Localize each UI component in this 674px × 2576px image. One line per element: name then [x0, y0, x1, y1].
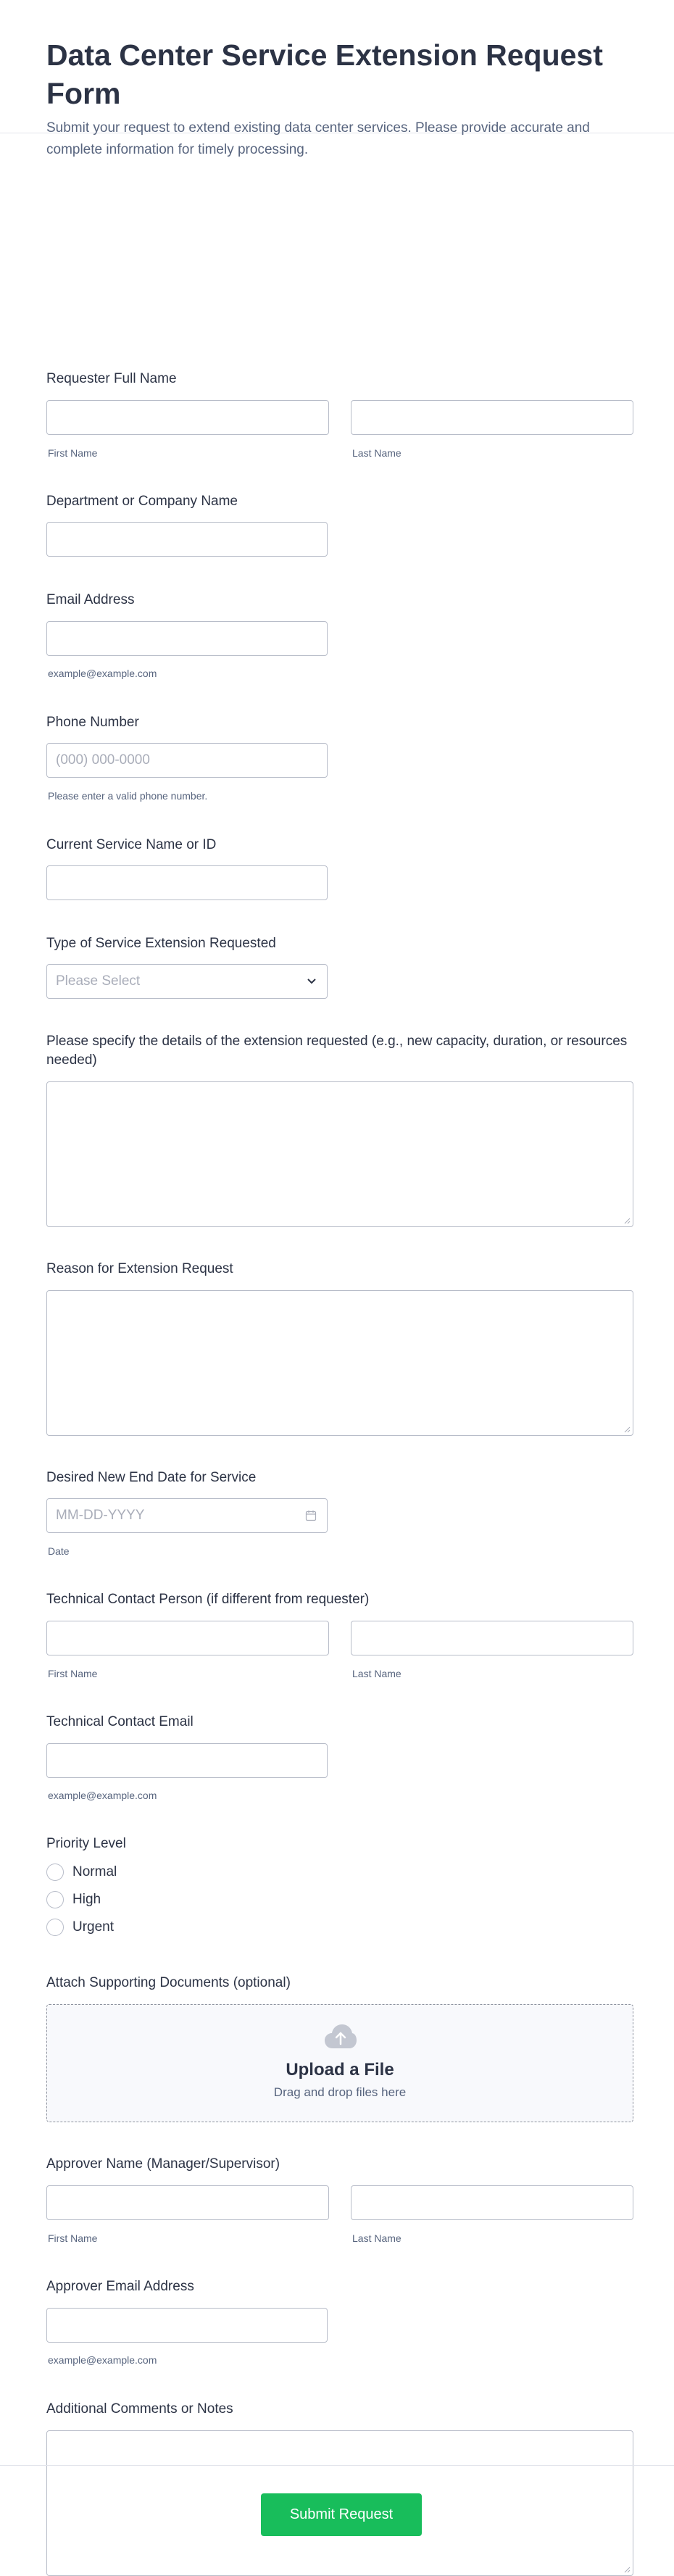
- chevron-down-icon: [307, 979, 316, 984]
- department-field: Department or Company Name: [46, 492, 633, 557]
- current-service-label: Current Service Name or ID: [46, 837, 217, 852]
- cloud-upload-icon: [325, 2024, 357, 2048]
- extension-type-field: Type of Service Extension Requested Plea…: [46, 934, 633, 999]
- current-service-input[interactable]: [46, 865, 328, 900]
- upload-subtitle: Drag and drop files here: [273, 2085, 407, 2099]
- approver-first-name-sublabel: First Name: [48, 2232, 98, 2244]
- email-input[interactable]: [46, 621, 328, 656]
- email-label: Email Address: [46, 592, 135, 607]
- technical-first-name-sublabel: First Name: [48, 1668, 98, 1679]
- extension-details-label: Please specify the details of the extens…: [46, 1034, 628, 1068]
- requester-last-name-sublabel: Last Name: [352, 447, 402, 459]
- resize-handle-icon[interactable]: [624, 1218, 631, 1224]
- technical-last-name-input[interactable]: [351, 1621, 633, 1655]
- attachments-field: Attach Supporting Documents (optional) U…: [46, 1974, 633, 2122]
- radio-button[interactable]: [46, 1891, 64, 1908]
- extension-details-field: Please specify the details of the extens…: [46, 1032, 633, 1227]
- form-footer: Submit Request: [0, 2465, 674, 2571]
- approver-email-sublabel: example@example.com: [48, 2354, 157, 2366]
- priority-field: Priority Level Normal High Urgent: [46, 1835, 633, 1936]
- department-input[interactable]: [46, 522, 328, 557]
- department-label: Department or Company Name: [46, 494, 238, 509]
- upload-title: Upload a File: [286, 2060, 394, 2080]
- reason-label: Reason for Extension Request: [46, 1261, 233, 1276]
- technical-last-name-sublabel: Last Name: [352, 1668, 402, 1679]
- approver-email-input[interactable]: [46, 2308, 328, 2343]
- priority-option-label: Normal: [72, 1864, 117, 1879]
- phone-sublabel: Please enter a valid phone number.: [48, 790, 208, 802]
- form-title: Data Center Service Extension Request Fo…: [46, 38, 603, 110]
- end-date-sublabel: Date: [48, 1545, 70, 1557]
- comments-label: Additional Comments or Notes: [46, 2401, 233, 2417]
- radio-button[interactable]: [46, 1864, 64, 1881]
- end-date-label: Desired New End Date for Service: [46, 1470, 257, 1485]
- radio-button[interactable]: [46, 1919, 64, 1936]
- priority-option-label: Urgent: [72, 1919, 115, 1935]
- email-field: Email Address example@example.com: [46, 591, 633, 679]
- file-upload-dropzone[interactable]: Upload a File Drag and drop files here: [46, 2004, 633, 2122]
- technical-email-input[interactable]: [46, 1743, 328, 1778]
- approver-first-name-input[interactable]: [46, 2185, 329, 2220]
- phone-label: Phone Number: [46, 715, 139, 730]
- end-date-field: Desired New End Date for Service MM-DD-Y…: [46, 1468, 633, 1557]
- reason-textarea[interactable]: [46, 1290, 633, 1436]
- current-service-field: Current Service Name or ID: [46, 836, 633, 900]
- calendar-icon[interactable]: [305, 1510, 317, 1521]
- form-description: Submit your request to extend existing d…: [46, 120, 590, 157]
- approver-last-name-input[interactable]: [351, 2185, 633, 2220]
- priority-label: Priority Level: [46, 1836, 126, 1851]
- priority-option-high[interactable]: High: [46, 1890, 101, 1910]
- attachments-label: Attach Supporting Documents (optional): [46, 1975, 291, 1990]
- submit-request-button[interactable]: Submit Request: [261, 2493, 422, 2536]
- technical-email-sublabel: example@example.com: [48, 1790, 157, 1801]
- approver-name-label: Approver Name (Manager/Supervisor): [46, 2156, 280, 2172]
- extension-type-select[interactable]: Please Select: [46, 964, 328, 999]
- approver-name-field: Approver Name (Manager/Supervisor) First…: [46, 2155, 633, 2244]
- requester-last-name-input[interactable]: [351, 400, 633, 435]
- phone-field: Phone Number (000) 000-0000 Please enter…: [46, 713, 633, 802]
- technical-contact-field: Technical Contact Person (if different f…: [46, 1590, 633, 1679]
- technical-email-label: Technical Contact Email: [46, 1714, 194, 1729]
- technical-email-field: Technical Contact Email example@example.…: [46, 1713, 633, 1801]
- requester-name-label: Requester Full Name: [46, 371, 177, 386]
- form-header: Data Center Service Extension Request Fo…: [0, 0, 674, 157]
- technical-first-name-input[interactable]: [46, 1621, 329, 1655]
- extension-details-textarea[interactable]: [46, 1081, 633, 1227]
- requester-first-name-sublabel: First Name: [48, 447, 98, 459]
- approver-last-name-sublabel: Last Name: [352, 2232, 402, 2244]
- email-sublabel: example@example.com: [48, 668, 157, 679]
- end-date-input[interactable]: MM-DD-YYYY: [46, 1498, 328, 1533]
- resize-handle-icon[interactable]: [624, 1426, 631, 1433]
- requester-name-field: Requester Full Name First Name Last Name: [46, 370, 633, 459]
- end-date-placeholder: MM-DD-YYYY: [56, 1508, 145, 1523]
- technical-contact-label: Technical Contact Person (if different f…: [46, 1592, 370, 1607]
- priority-option-normal[interactable]: Normal: [46, 1862, 117, 1882]
- requester-first-name-input[interactable]: [46, 400, 329, 435]
- reason-field: Reason for Extension Request: [46, 1260, 633, 1436]
- priority-option-urgent[interactable]: Urgent: [46, 1917, 114, 1937]
- phone-input[interactable]: (000) 000-0000: [46, 743, 328, 778]
- extension-type-placeholder: Please Select: [56, 973, 141, 989]
- approver-email-field: Approver Email Address example@example.c…: [46, 2277, 633, 2366]
- phone-placeholder: (000) 000-0000: [56, 752, 150, 768]
- approver-email-label: Approver Email Address: [46, 2279, 194, 2294]
- extension-type-label: Type of Service Extension Requested: [46, 936, 276, 951]
- comments-field: Additional Comments or Notes: [46, 2400, 633, 2576]
- priority-option-label: High: [72, 1892, 101, 1907]
